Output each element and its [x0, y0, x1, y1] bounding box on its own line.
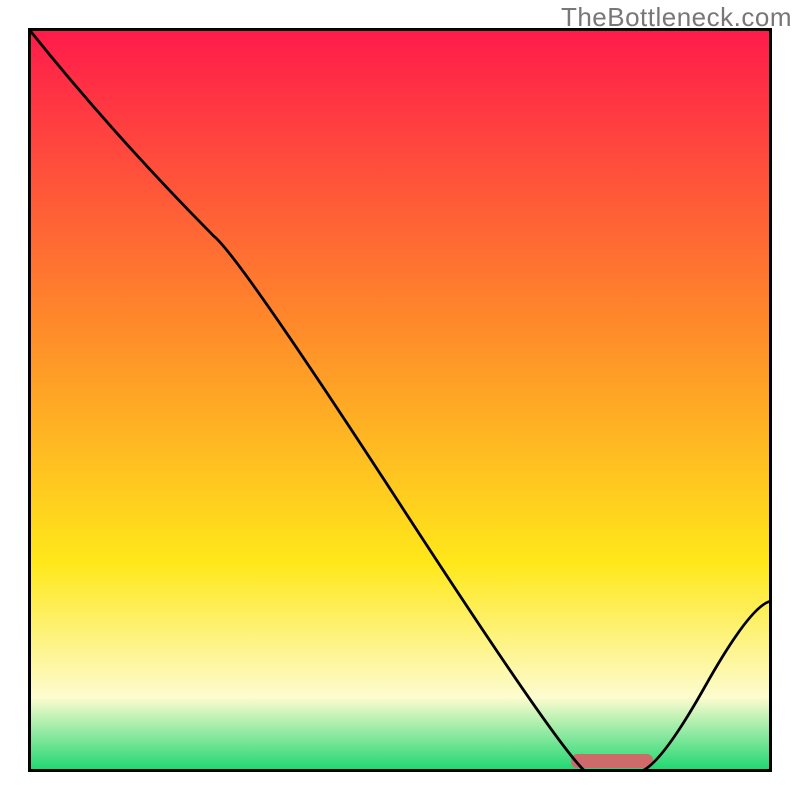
optimum-band: [571, 754, 653, 768]
chart-container: TheBottleneck.com: [0, 0, 800, 800]
watermark-text: TheBottleneck.com: [561, 2, 792, 33]
chart-svg: [28, 28, 772, 772]
chart-background: [28, 28, 772, 772]
bottleneck-chart: [28, 28, 772, 772]
